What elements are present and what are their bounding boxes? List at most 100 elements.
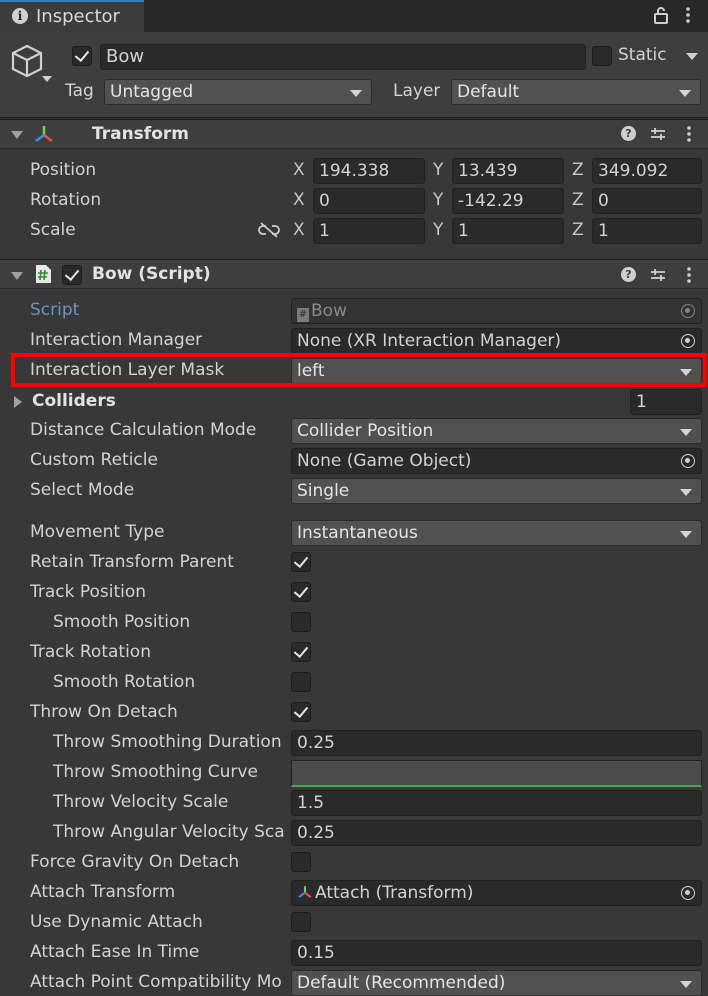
chevron-down-icon: [679, 90, 691, 97]
script-foldout-icon[interactable]: [11, 272, 23, 280]
chevron-down-icon: [680, 429, 692, 436]
preset-icon[interactable]: [650, 126, 666, 142]
script-hash-icon: [36, 265, 51, 283]
movement-type-dropdown[interactable]: Instantaneous: [291, 520, 702, 546]
script-title: Bow (Script): [92, 264, 211, 284]
attach-compat-value: Default (Recommended): [297, 973, 506, 993]
force-gravity-checkbox[interactable]: [291, 852, 311, 872]
unlink-icon[interactable]: [258, 222, 280, 238]
scale-x-input[interactable]: 1: [313, 218, 425, 244]
custom-reticle-value: None (Game Object): [297, 451, 472, 471]
throw-velocity-scale-label: Throw Velocity Scale: [53, 792, 229, 812]
custom-reticle-field[interactable]: None (Game Object): [291, 448, 702, 474]
axis-x-label: X: [293, 220, 305, 240]
retain-parent-checkbox[interactable]: [291, 552, 311, 572]
active-checkbox[interactable]: [72, 46, 92, 66]
throw-smoothing-curve-field[interactable]: [291, 760, 702, 787]
attach-ease-label: Attach Ease In Time: [30, 942, 200, 962]
distance-calc-value: Collider Position: [297, 421, 434, 441]
tab-inspector[interactable]: i Inspector: [0, 0, 144, 32]
chevron-down-icon: [680, 531, 692, 538]
script-enabled-checkbox[interactable]: [62, 265, 82, 285]
retain-parent-label: Retain Transform Parent: [30, 552, 234, 572]
movement-type-label: Movement Type: [30, 522, 165, 542]
kebab-menu-icon[interactable]: [683, 125, 695, 143]
kebab-menu-icon[interactable]: [682, 6, 694, 24]
throw-on-detach-label: Throw On Detach: [30, 702, 178, 722]
throw-on-detach-checkbox[interactable]: [291, 702, 311, 722]
interaction-manager-label: Interaction Manager: [30, 330, 203, 350]
transform-axes-icon: [298, 886, 312, 898]
tag-dropdown[interactable]: Untagged: [104, 79, 372, 105]
scale-y-input[interactable]: 1: [452, 218, 564, 244]
kebab-menu-icon[interactable]: [683, 266, 695, 284]
track-position-label: Track Position: [30, 582, 147, 602]
transform-foldout-icon[interactable]: [11, 131, 23, 139]
attach-compat-label: Attach Point Compatibility Mo: [30, 972, 282, 992]
track-rotation-label: Track Rotation: [30, 642, 151, 662]
preset-icon[interactable]: [650, 267, 666, 283]
position-y-input[interactable]: 13.439: [452, 158, 564, 184]
throw-smoothing-duration-label: Throw Smoothing Duration: [53, 732, 282, 752]
script-field-value: Bow: [311, 301, 347, 321]
rotation-z-input[interactable]: 0: [592, 188, 702, 214]
static-label: Static: [618, 45, 667, 65]
throw-angular-velocity-scale-label: Throw Angular Velocity Sca: [53, 822, 285, 842]
dynamic-attach-label: Use Dynamic Attach: [30, 912, 203, 932]
throw-smoothing-curve-label: Throw Smoothing Curve: [53, 762, 258, 782]
scale-label: Scale: [30, 220, 76, 240]
throw-smoothing-duration-input[interactable]: 0.25: [291, 730, 702, 756]
layer-value: Default: [457, 82, 520, 102]
interaction-manager-value: None (XR Interaction Manager): [297, 331, 562, 351]
position-label: Position: [30, 160, 97, 180]
smooth-rotation-label: Smooth Rotation: [53, 672, 196, 692]
colliders-count-input[interactable]: 1: [630, 389, 702, 415]
axis-z-label: Z: [572, 160, 584, 180]
script-field-label: Script: [30, 300, 80, 320]
object-picker-icon[interactable]: [681, 886, 695, 900]
smooth-position-checkbox[interactable]: [291, 612, 311, 632]
tag-value: Untagged: [110, 82, 194, 102]
smooth-rotation-checkbox[interactable]: [291, 672, 311, 692]
throw-velocity-scale-input[interactable]: 1.5: [291, 790, 702, 816]
distance-calc-label: Distance Calculation Mode: [30, 420, 257, 440]
interaction-manager-field[interactable]: None (XR Interaction Manager): [291, 328, 702, 354]
static-dropdown-arrow[interactable]: [686, 53, 698, 60]
attach-ease-input[interactable]: 0.15: [291, 940, 702, 966]
position-z-input[interactable]: 349.092: [592, 158, 702, 184]
attach-transform-field[interactable]: Attach (Transform): [291, 880, 702, 906]
track-position-checkbox[interactable]: [291, 582, 311, 602]
object-picker-icon[interactable]: [681, 454, 695, 468]
script-hash-icon: #: [297, 308, 309, 322]
help-icon[interactable]: ?: [621, 126, 636, 141]
static-checkbox[interactable]: [592, 46, 612, 66]
dynamic-attach-checkbox[interactable]: [291, 912, 311, 932]
object-picker-icon[interactable]: [681, 334, 695, 348]
select-mode-dropdown[interactable]: Single: [291, 478, 702, 504]
chevron-down-icon: [350, 90, 362, 97]
throw-angular-velocity-scale-input[interactable]: 0.25: [291, 820, 702, 846]
axis-z-label: Z: [572, 190, 584, 210]
rotation-y-input[interactable]: -142.29: [452, 188, 564, 214]
object-name-input[interactable]: Bow: [100, 44, 586, 70]
help-icon[interactable]: ?: [621, 267, 636, 282]
lock-icon[interactable]: [652, 6, 670, 24]
layer-dropdown[interactable]: Default: [451, 79, 701, 105]
layer-label: Layer: [393, 81, 441, 101]
attach-transform-label: Attach Transform: [30, 882, 176, 902]
distance-calc-dropdown[interactable]: Collider Position: [291, 418, 702, 444]
info-icon: i: [12, 8, 28, 24]
custom-reticle-label: Custom Reticle: [30, 450, 158, 470]
transform-axes-icon: [35, 126, 53, 142]
attach-transform-value: Attach (Transform): [315, 883, 474, 903]
rotation-x-input[interactable]: 0: [313, 188, 425, 214]
colliders-label[interactable]: Colliders: [32, 391, 116, 411]
cube-icon[interactable]: [10, 42, 54, 88]
colliders-foldout-icon[interactable]: [14, 396, 22, 408]
attach-compat-dropdown[interactable]: Default (Recommended): [291, 970, 702, 996]
highlight-box: [11, 353, 707, 387]
position-x-input[interactable]: 194.338: [313, 158, 425, 184]
track-rotation-checkbox[interactable]: [291, 642, 311, 662]
scale-z-input[interactable]: 1: [592, 218, 702, 244]
chevron-down-icon: [680, 981, 692, 988]
